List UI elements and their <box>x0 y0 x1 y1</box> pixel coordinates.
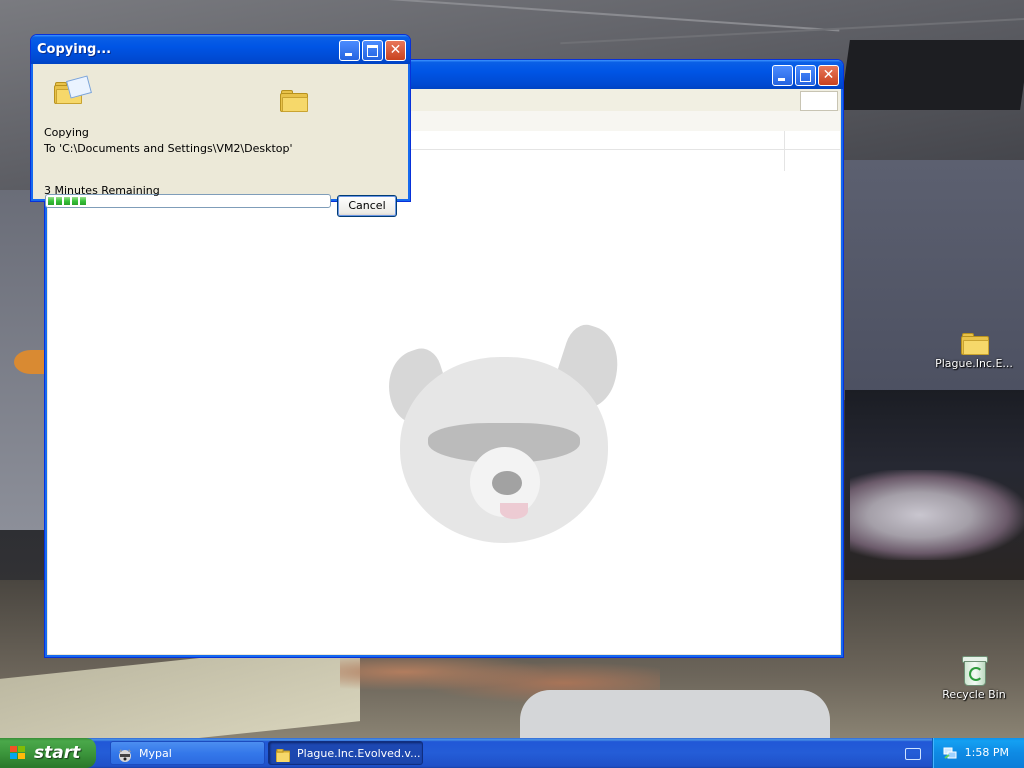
folder-icon <box>275 747 291 763</box>
ceiling-vent <box>840 40 1024 110</box>
flying-document-icon <box>66 75 92 99</box>
progress-block <box>48 197 54 205</box>
minimize-icon <box>345 53 352 56</box>
copying-dialog[interactable]: Copying... ✕ Copying To 'C:\Documents an… <box>30 34 411 217</box>
maximize-icon <box>800 70 811 82</box>
destination-label: To 'C:\Documents and Settings\VM2\Deskto… <box>44 142 293 155</box>
desktop-icon-recycle-bin[interactable]: Recycle Bin <box>929 656 1019 701</box>
progress-block <box>64 197 70 205</box>
clothes-pile <box>850 470 1024 560</box>
minimize-icon <box>778 78 785 81</box>
taskbar-button-mypal[interactable]: Mypal <box>110 741 265 765</box>
maximize-icon <box>367 45 378 57</box>
clock[interactable]: 1:58 PM <box>965 738 1009 768</box>
progress-block <box>56 197 62 205</box>
taskbar-button-plague-folder[interactable]: Plague.Inc.Evolved.v... <box>268 741 423 765</box>
raccoon-icon <box>118 747 132 762</box>
folder-icon <box>961 333 989 355</box>
recycle-bin-icon <box>962 656 988 686</box>
minimize-button[interactable] <box>339 40 360 61</box>
status-label: Copying <box>44 126 89 139</box>
lamp <box>14 350 48 374</box>
close-button[interactable]: ✕ <box>818 65 839 86</box>
progress-fill <box>48 197 86 205</box>
close-icon: ✕ <box>822 67 835 83</box>
taskbar: start Mypal Plague.Inc.Evolved.v... 1:58… <box>0 738 1024 768</box>
network-icon[interactable] <box>943 746 957 760</box>
windows-logo-icon <box>10 746 26 760</box>
minimize-button[interactable] <box>772 65 793 86</box>
keyboard-language-icon[interactable] <box>905 748 921 760</box>
desktop-icon-label: Plague.Inc.E... <box>935 357 1013 370</box>
desktop-icon-label: Recycle Bin <box>942 688 1006 701</box>
taskbar-button-label: Plague.Inc.Evolved.v... <box>297 747 421 760</box>
close-button[interactable]: ✕ <box>385 40 406 61</box>
progress-block <box>72 197 78 205</box>
dialog-body: Copying To 'C:\Documents and Settings\VM… <box>34 64 407 217</box>
taskbar-button-label: Mypal <box>139 747 172 760</box>
maximize-button[interactable] <box>795 65 816 86</box>
raccoon-image <box>378 319 629 547</box>
maximize-button[interactable] <box>362 40 383 61</box>
sheet <box>520 690 830 738</box>
progress-block <box>80 197 86 205</box>
system-tray: 1:58 PM <box>932 738 1024 768</box>
start-label: start <box>34 743 81 763</box>
toolbar-field[interactable] <box>800 91 838 111</box>
close-icon: ✕ <box>389 42 402 58</box>
cancel-button[interactable]: Cancel <box>337 195 397 217</box>
destination-folder-icon <box>280 90 308 112</box>
time-remaining: 3 Minutes Remaining <box>44 184 160 197</box>
start-button[interactable]: start <box>0 738 96 768</box>
desktop-icon-plague-folder[interactable]: Plague.Inc.E... <box>929 333 1019 370</box>
